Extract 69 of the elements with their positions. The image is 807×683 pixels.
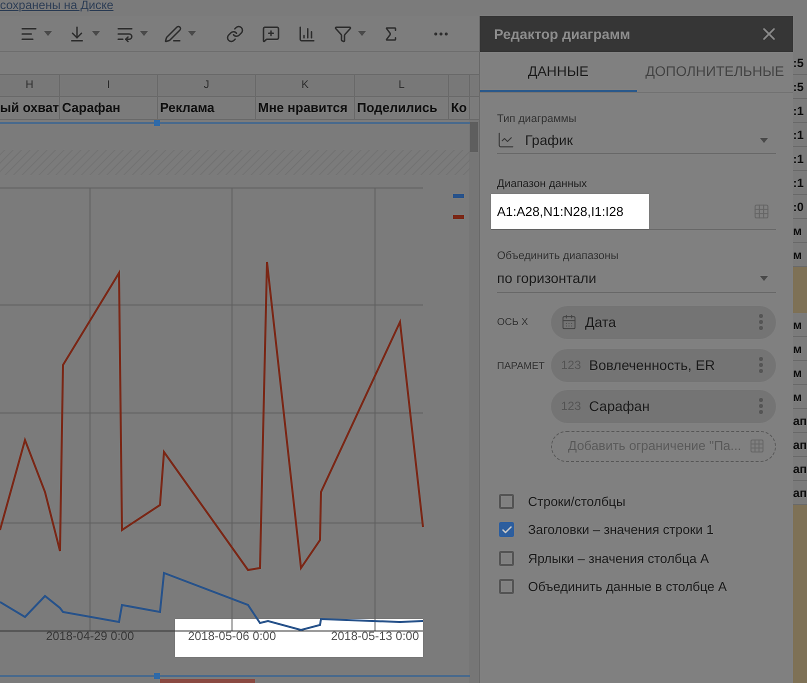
field-label: Диапазон данных (497, 176, 588, 192)
series-section-label: ПАРАМЕТ (497, 361, 545, 372)
grid-icon (753, 203, 770, 220)
combine-ranges-dropdown[interactable]: по горизонтали (497, 264, 776, 292)
checkbox-label: Строки/столбцы (528, 492, 626, 511)
header-cell-text: Реклама (160, 99, 214, 118)
sheet-cell-text: :5 (793, 78, 804, 96)
sheet-cell-text: м (793, 316, 802, 334)
sheet-cell-text: м (793, 388, 802, 406)
header-cell-text: Поделились (357, 99, 438, 118)
column-letter[interactable]: J (204, 77, 210, 94)
field-label: Тип диаграммы (497, 112, 578, 127)
sheet-cell-text: м (793, 222, 802, 240)
legend-marker (453, 215, 464, 219)
checkbox[interactable] (499, 522, 514, 538)
checkbox-label: Ярлыки – значения столбца A (528, 550, 709, 568)
column-letter[interactable]: L (398, 77, 405, 94)
sheet-cell-text: :1 (793, 174, 804, 192)
x-axis-chip[interactable]: Дата (551, 306, 776, 338)
editor-title: Редактор диаграмм (494, 24, 630, 44)
sheet-cell-text: :1 (793, 102, 804, 120)
header-cell-text: ый охват (0, 99, 59, 118)
sheet-cell-text: м (793, 364, 802, 382)
axis-label: 2018-05-06 0:00 (188, 629, 276, 643)
sheet-cell-text: ап (793, 412, 807, 430)
checkbox-label: Заголовки – значения строки 1 (528, 521, 714, 539)
dropdown-caret-icon (44, 31, 52, 36)
dropdown-caret-icon (760, 138, 768, 142)
dropdown-caret-icon (760, 276, 768, 280)
sheet-cell-text: :0 (793, 198, 804, 216)
dropdown-caret-icon (358, 31, 366, 36)
axis-section-label: ОСЬ X (497, 316, 530, 330)
axis-label: 2018-04-29 0:00 (46, 629, 134, 643)
tab[interactable]: ДАННЫЕ (480, 52, 636, 92)
column-letter[interactable]: K (301, 77, 309, 94)
sheet-cell-text: ап (793, 484, 807, 502)
line-chart-icon (497, 131, 515, 149)
saved-to-disk-link[interactable]: сохранены на Диске (0, 0, 114, 10)
header-cell-text: Ко (451, 99, 467, 118)
sheet-cell-text: м (793, 246, 802, 264)
grid-icon (749, 438, 765, 454)
dropdown-caret-icon (92, 31, 100, 36)
data-range-value: A1:A28,N1:N28,I1:I28 (491, 194, 649, 229)
sheet-cell-text: ап (793, 436, 807, 454)
resize-handle[interactable] (154, 673, 160, 679)
dropdown-caret-icon (140, 31, 148, 36)
header-cell-text: Сарафан (62, 99, 120, 118)
axis-label: 2018-05-13 0:00 (330, 629, 420, 643)
data-range-field[interactable]: A1:A28,N1:N28,I1:I28 (491, 194, 776, 230)
sheet-cell-text: м (793, 340, 802, 358)
column-letter[interactable]: I (106, 77, 110, 94)
sheet-cell-text: :5 (793, 54, 804, 72)
calendar-icon (561, 314, 577, 330)
checkbox[interactable] (499, 579, 514, 594)
tab[interactable]: ДОПОЛНИТЕЛЬНЫЕ (636, 52, 793, 92)
chart-type-dropdown[interactable]: График (497, 128, 776, 154)
header-cell-text: Мне нравится (258, 99, 348, 118)
checkbox[interactable] (499, 550, 514, 566)
field-label: Объединить диапазоны (497, 249, 620, 264)
legend-marker (453, 194, 464, 198)
highlighted-row (793, 267, 807, 313)
sheet-cell-text: ап (793, 460, 807, 478)
checkbox[interactable] (499, 494, 514, 509)
sheet-cell-text: :1 (793, 150, 804, 168)
dropdown-caret-icon (188, 31, 196, 36)
sheet-cell-text: :1 (793, 126, 804, 144)
resize-handle[interactable] (154, 120, 160, 126)
checkbox-label: Объединить данные в столбце A (528, 578, 727, 596)
column-letter[interactable]: H (26, 77, 34, 94)
